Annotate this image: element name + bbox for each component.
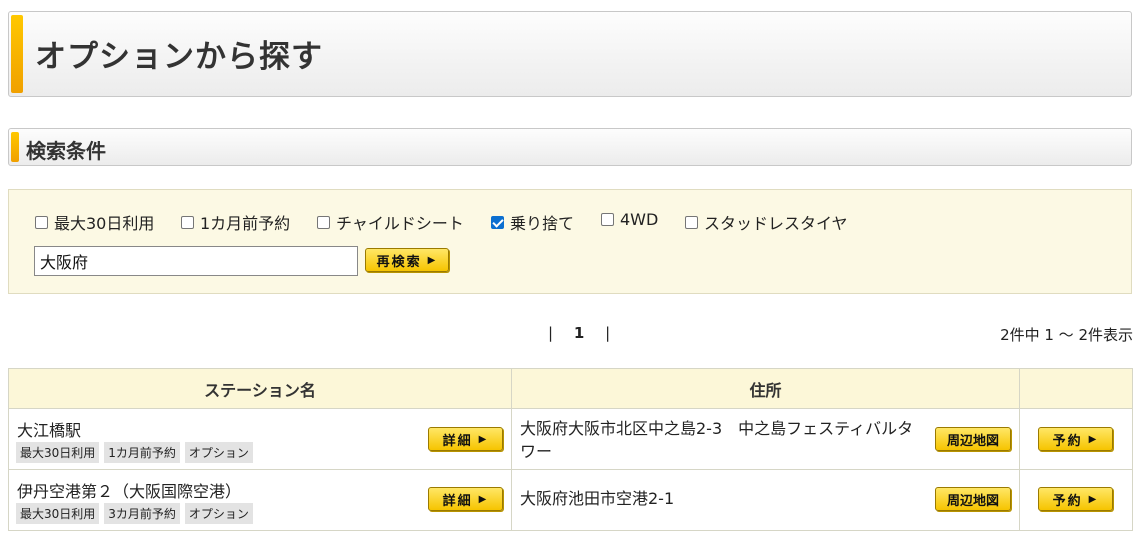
checkbox-box[interactable] (601, 213, 614, 226)
play-arrow-icon: ▶ (478, 493, 489, 505)
title-accent-bar (11, 15, 23, 93)
action-cell: 予約 ▶ (1019, 469, 1133, 531)
conditions-heading: 検索条件 (26, 139, 106, 163)
page-title: オプションから探す (35, 39, 323, 75)
action-cell: 予約 ▶ (1019, 408, 1133, 470)
pagination: | 1 | (540, 324, 618, 342)
pager-separator: | (605, 324, 611, 342)
reserve-button[interactable]: 予約 ▶ (1038, 487, 1113, 511)
address-cell: 大阪府大阪市北区中之島2-3 中之島フェスティバルタワー 周辺地図 (511, 408, 1020, 470)
checkbox-label: 最大30日利用 (54, 214, 155, 233)
address-text: 大阪府池田市空港2-1 (520, 489, 675, 508)
play-arrow-icon: ▶ (478, 433, 489, 445)
search-conditions-panel: 最大30日利用 1カ月前予約 チャイルドシート 乗り捨て 4WD スタッドレスタ… (8, 189, 1132, 294)
search-input[interactable] (34, 246, 358, 276)
map-button-label: 周辺地図 (946, 433, 999, 449)
column-header-address: 住所 (511, 368, 1020, 409)
research-button[interactable]: 再検索 ▶ (365, 248, 449, 272)
detail-button[interactable]: 詳細 ▶ (428, 487, 503, 511)
play-arrow-icon: ▶ (1088, 433, 1099, 445)
tag-badge: 1カ月前予約 (104, 442, 180, 463)
tag-badge: 最大30日利用 (16, 442, 100, 463)
heading-accent-bar (11, 132, 19, 162)
checkbox-one-way[interactable]: 乗り捨て (491, 210, 574, 234)
reserve-button-label: 予約 (1052, 433, 1083, 449)
checkbox-child-seat[interactable]: チャイルドシート (317, 210, 464, 234)
detail-button-label: 詳細 (442, 433, 473, 449)
station-name: 大江橋駅 (17, 421, 82, 440)
station-tags: 最大30日利用 1カ月前予約 オプション (16, 442, 258, 463)
tag-badge: オプション (184, 442, 253, 463)
tag-badge: オプション (184, 503, 253, 524)
checkbox-box[interactable] (35, 215, 48, 229)
table-row: 伊丹空港第２（大阪国際空港） 最大30日利用 3カ月前予約 オプション 詳細 ▶… (8, 469, 1133, 531)
checkbox-max30days[interactable]: 最大30日利用 (35, 210, 154, 234)
research-button-label: 再検索 (376, 254, 422, 270)
pager-separator: | (548, 324, 554, 342)
checkbox-label: スタッドレスタイヤ (704, 214, 848, 233)
checkbox-label: 1カ月前予約 (200, 214, 291, 233)
play-arrow-icon: ▶ (1088, 493, 1099, 505)
checkbox-1month-advance[interactable]: 1カ月前予約 (181, 210, 290, 234)
checkbox-4wd[interactable]: 4WD (601, 210, 658, 229)
checkbox-box[interactable] (491, 215, 504, 229)
result-count: 2件中 1 〜 2件表示 (1000, 326, 1133, 344)
nearby-map-button[interactable]: 周辺地図 (935, 427, 1011, 451)
checkbox-box[interactable] (181, 215, 194, 229)
checkbox-studless-tire[interactable]: スタッドレスタイヤ (685, 210, 848, 234)
column-header-station: ステーション名 (8, 368, 512, 409)
address-cell: 大阪府池田市空港2-1 周辺地図 (511, 469, 1020, 531)
reserve-button[interactable]: 予約 ▶ (1038, 427, 1113, 451)
station-name: 伊丹空港第２（大阪国際空港） (17, 482, 242, 501)
checkbox-box[interactable] (317, 215, 330, 229)
conditions-heading-box: 検索条件 (8, 128, 1132, 166)
pager-current-page[interactable]: 1 (574, 324, 584, 342)
checkbox-box[interactable] (685, 215, 698, 229)
checkbox-label: 4WD (620, 210, 659, 229)
station-cell: 大江橋駅 最大30日利用 1カ月前予約 オプション 詳細 ▶ (8, 408, 512, 470)
station-tags: 最大30日利用 3カ月前予約 オプション (16, 503, 258, 524)
tag-badge: 最大30日利用 (16, 503, 100, 524)
checkbox-label: 乗り捨て (510, 214, 575, 233)
detail-button[interactable]: 詳細 ▶ (428, 427, 503, 451)
table-row: 大江橋駅 最大30日利用 1カ月前予約 オプション 詳細 ▶ 大阪府大阪市北区中… (8, 408, 1133, 470)
address-text: 大阪府大阪市北区中之島2-3 中之島フェスティバルタワー (520, 419, 914, 461)
table-header-row: ステーション名 住所 (8, 368, 1133, 409)
station-cell: 伊丹空港第２（大阪国際空港） 最大30日利用 3カ月前予約 オプション 詳細 ▶ (8, 469, 512, 531)
map-button-label: 周辺地図 (946, 493, 999, 509)
play-arrow-icon: ▶ (427, 254, 438, 266)
nearby-map-button[interactable]: 周辺地図 (935, 487, 1011, 511)
detail-button-label: 詳細 (442, 493, 473, 509)
checkbox-label: チャイルドシート (336, 214, 464, 233)
page-title-box: オプションから探す (8, 11, 1132, 97)
reserve-button-label: 予約 (1052, 493, 1083, 509)
column-header-action (1019, 368, 1133, 409)
tag-badge: 3カ月前予約 (104, 503, 180, 524)
results-table: ステーション名 住所 大江橋駅 最大30日利用 1カ月前予約 オプション 詳細 … (8, 368, 1133, 531)
